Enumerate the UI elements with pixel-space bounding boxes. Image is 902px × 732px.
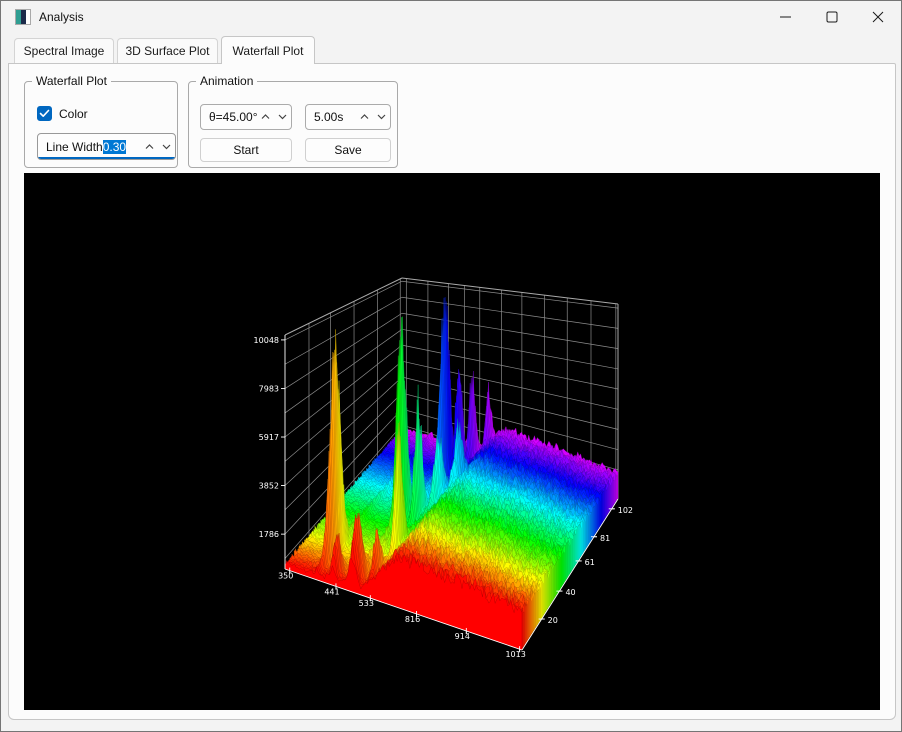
- minimize-icon: [780, 11, 792, 23]
- z-axis-tick-label: 7983: [259, 385, 279, 394]
- tab-waterfall-plot[interactable]: Waterfall Plot: [221, 36, 315, 64]
- line-width-down-button[interactable]: [158, 134, 175, 159]
- interval-down-button[interactable]: [373, 105, 390, 129]
- plot-canvas[interactable]: 1786 3852 5917 7983 10048 350 441 533 816 914 1013…: [24, 173, 880, 710]
- app-window: Analysis Spectral Image 3D Surface Plot …: [0, 0, 902, 732]
- save-button[interactable]: Save: [305, 138, 391, 162]
- tab-page: Waterfall Plot Color Line Width0.30 Anim…: [8, 63, 896, 720]
- checkmark-icon: [39, 108, 50, 119]
- y-axis-tick-label: 81: [600, 534, 610, 543]
- minimize-button[interactable]: [763, 1, 809, 33]
- chevron-up-icon: [360, 114, 369, 120]
- x-axis-tick-label: 533: [359, 599, 374, 608]
- y-axis-tick-label: 40: [565, 588, 575, 597]
- chevron-down-icon: [377, 114, 386, 120]
- maximize-icon: [826, 11, 838, 23]
- color-checkbox[interactable]: [37, 106, 52, 121]
- line-width-up-button[interactable]: [141, 134, 158, 159]
- window-title: Analysis: [39, 10, 84, 24]
- line-width-value[interactable]: 0.30: [103, 140, 126, 154]
- app-icon: [15, 9, 31, 25]
- x-axis-tick-label: 350: [278, 572, 293, 581]
- animation-group-legend: Animation: [196, 74, 257, 88]
- close-icon: [872, 11, 884, 23]
- interval-up-button[interactable]: [356, 105, 373, 129]
- color-checkbox-row[interactable]: Color: [37, 106, 88, 121]
- tab-spectral-image[interactable]: Spectral Image: [14, 38, 114, 63]
- z-axis-tick-label: 3852: [259, 481, 279, 490]
- waterfall-plot-group: Waterfall Plot Color Line Width0.30: [24, 81, 178, 168]
- y-axis-tick-label: 61: [585, 558, 595, 567]
- z-axis-tick-label: 10048: [254, 336, 279, 345]
- x-axis-tick-label: 914: [455, 632, 470, 641]
- theta-spinbox[interactable]: θ=45.00°: [200, 104, 292, 130]
- tab-3d-surface-plot[interactable]: 3D Surface Plot: [117, 38, 218, 63]
- x-axis-tick-label: 441: [324, 587, 339, 596]
- chevron-up-icon: [261, 114, 270, 120]
- line-width-spinbox[interactable]: Line Width0.30: [37, 133, 176, 160]
- theta-down-button[interactable]: [274, 105, 291, 129]
- chevron-down-icon: [162, 144, 171, 150]
- z-axis-tick-label: 1786: [259, 530, 279, 539]
- theta-value: θ=45.00°: [201, 110, 258, 124]
- x-axis-tick-label: 816: [405, 615, 420, 624]
- y-axis-tick-label: 20: [548, 616, 558, 625]
- line-width-prefix: Line Width: [38, 140, 103, 154]
- interval-value: 5.00s: [306, 110, 343, 124]
- chevron-down-icon: [278, 114, 287, 120]
- title-bar[interactable]: Analysis: [1, 1, 901, 33]
- close-button[interactable]: [855, 1, 901, 33]
- color-checkbox-label: Color: [59, 107, 88, 121]
- animation-group: Animation θ=45.00° 5.00s Start Save: [188, 81, 398, 168]
- y-axis-tick-label: 102: [618, 506, 633, 515]
- z-axis-tick-label: 5917: [259, 433, 279, 442]
- theta-up-button[interactable]: [258, 105, 275, 129]
- interval-spinbox[interactable]: 5.00s: [305, 104, 391, 130]
- x-axis-tick-label: 1013: [505, 650, 525, 659]
- start-button[interactable]: Start: [200, 138, 292, 162]
- chevron-up-icon: [145, 144, 154, 150]
- maximize-button[interactable]: [809, 1, 855, 33]
- waterfall-plot-group-legend: Waterfall Plot: [32, 74, 111, 88]
- waterfall-3d-plot[interactable]: 1786 3852 5917 7983 10048 350 441 533 816 914 1013…: [24, 173, 880, 710]
